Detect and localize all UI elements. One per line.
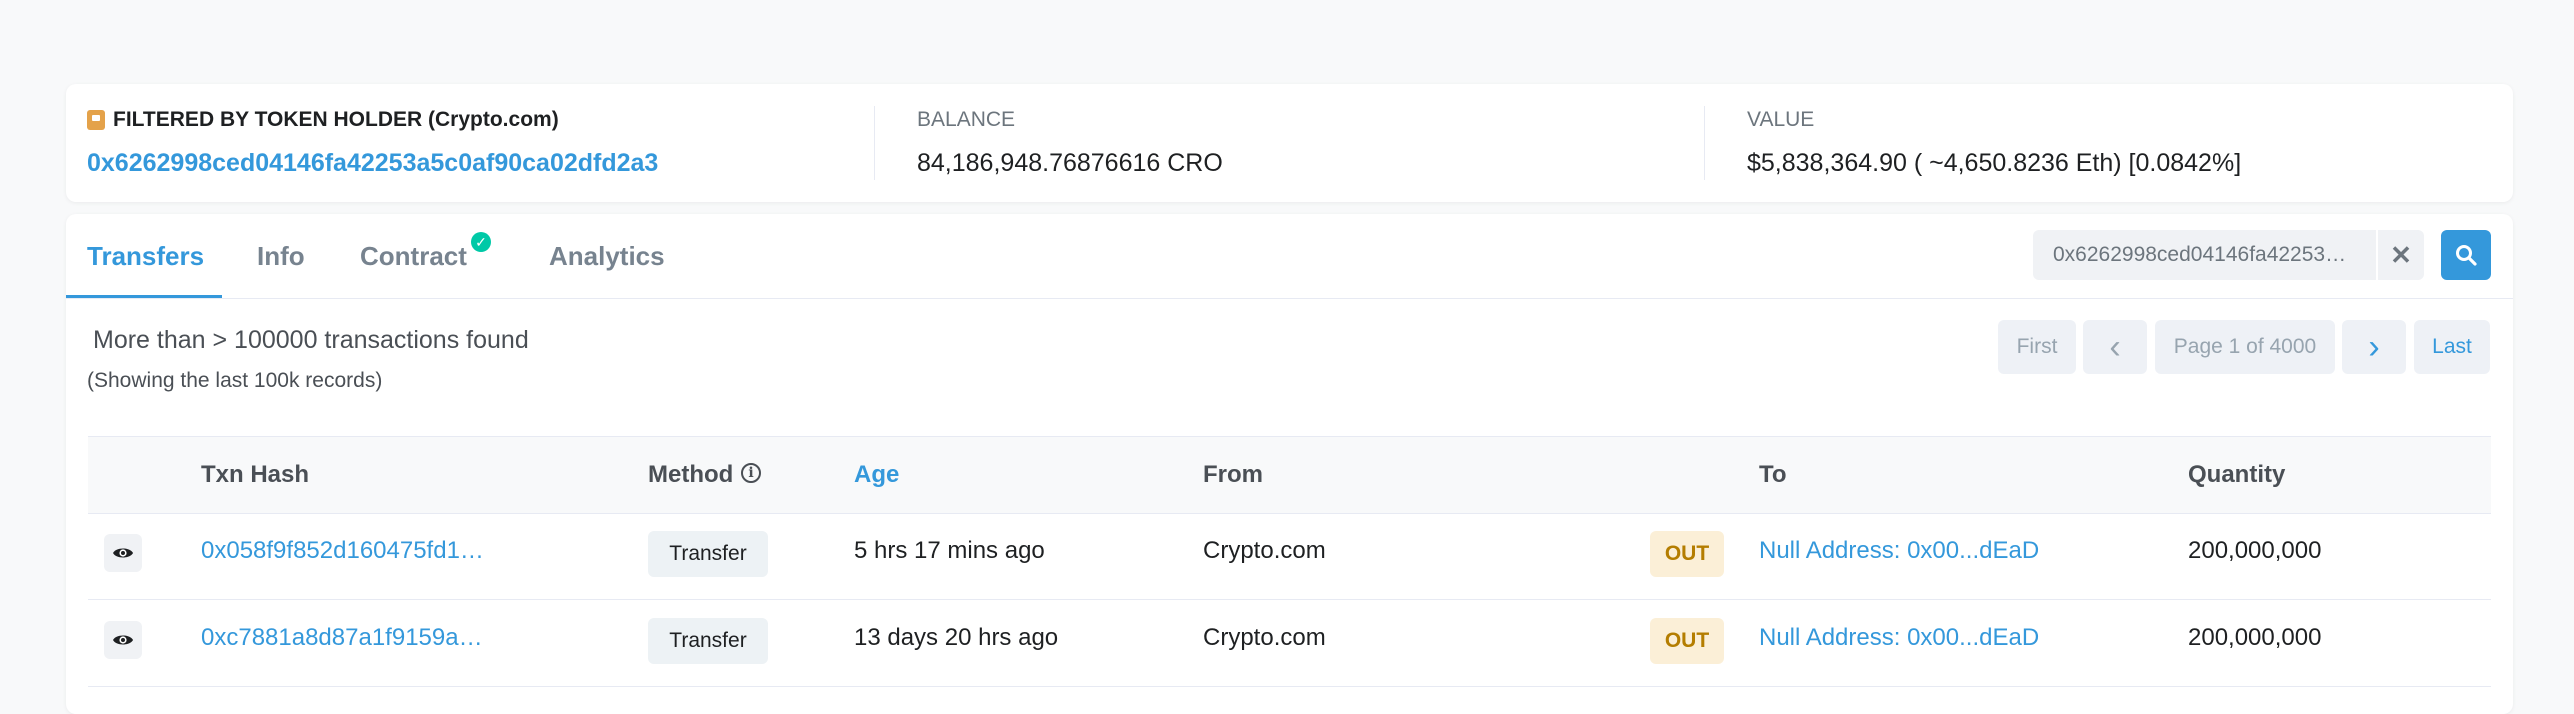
filter-title-text: FILTERED BY TOKEN HOLDER (Crypto.com) xyxy=(113,108,559,131)
pager-first-button[interactable]: First xyxy=(1998,320,2076,374)
address-filter-input[interactable] xyxy=(2033,230,2376,280)
active-tab-indicator xyxy=(66,295,222,298)
eye-icon xyxy=(113,635,133,645)
pager-next-button[interactable]: › xyxy=(2342,320,2406,374)
age-value: 5 hrs 17 mins ago xyxy=(854,537,1045,564)
value-label: VALUE xyxy=(1747,108,1815,131)
search-icon xyxy=(2456,245,2477,266)
value-section: VALUE $5,838,364.90 ( ~4,650.8236 Eth) [… xyxy=(1705,84,2513,202)
table-row: 0xc7881a8d87a1f9159a… Transfer 13 days 2… xyxy=(88,600,2491,687)
balance-label: BALANCE xyxy=(917,108,1016,131)
direction-badge: OUT xyxy=(1650,618,1724,664)
filter-title: FILTERED BY TOKEN HOLDER (Crypto.com) xyxy=(87,108,559,132)
age-value: 13 days 20 hrs ago xyxy=(854,624,1059,651)
holder-address-link[interactable]: 0x6262998ced04146fa42253a5c0af90ca02dfd2… xyxy=(87,149,658,178)
clear-icon: ✕ xyxy=(2390,240,2412,270)
value-amount: $5,838,364.90 ( ~4,650.8236 Eth) [0.0842… xyxy=(1747,149,2242,177)
tab-contract[interactable]: Contract xyxy=(360,214,467,298)
from-value: Crypto.com xyxy=(1203,537,1326,564)
col-age[interactable]: Age xyxy=(854,437,899,513)
method-badge: Transfer xyxy=(648,618,768,664)
clear-filter-button[interactable]: ✕ xyxy=(2378,230,2424,280)
chevron-right-icon: › xyxy=(2368,328,2380,366)
col-from: From xyxy=(1203,461,1263,488)
col-quantity: Quantity xyxy=(2188,461,2286,488)
col-txn-hash: Txn Hash xyxy=(201,461,310,488)
to-address-link[interactable]: Null Address: 0x00...dEaD xyxy=(1759,624,2039,652)
page-indicator: Page 1 of 4000 xyxy=(2155,320,2335,374)
transfers-card: Transfers Info Contract ✓ Analytics ✕ Mo… xyxy=(66,214,2513,714)
search-button[interactable] xyxy=(2441,230,2491,280)
filter-section: FILTERED BY TOKEN HOLDER (Crypto.com) 0x… xyxy=(66,84,876,202)
tab-analytics[interactable]: Analytics xyxy=(549,214,665,298)
table-header: Txn Hash Method i Age From To Quantity xyxy=(88,436,2491,514)
quantity-value: 200,000,000 xyxy=(2188,624,2322,651)
table-row: 0x058f9f852d160475fd1… Transfer 5 hrs 17… xyxy=(88,513,2491,600)
token-holder-summary-card: FILTERED BY TOKEN HOLDER (Crypto.com) 0x… xyxy=(66,84,2513,202)
to-address-link[interactable]: Null Address: 0x00...dEaD xyxy=(1759,537,2039,565)
balance-section: BALANCE 84,186,948.76876616 CRO xyxy=(875,84,1705,202)
pager-prev-button[interactable]: ‹ xyxy=(2083,320,2147,374)
chevron-left-icon: ‹ xyxy=(2109,328,2121,366)
info-icon[interactable]: i xyxy=(741,463,761,483)
quantity-value: 200,000,000 xyxy=(2188,537,2322,564)
eye-icon xyxy=(113,548,133,558)
view-details-button[interactable] xyxy=(104,534,142,572)
holder-icon xyxy=(87,110,105,130)
tab-transfers[interactable]: Transfers xyxy=(87,214,204,298)
pager-last-button[interactable]: Last xyxy=(2414,320,2490,374)
txn-hash-link[interactable]: 0x058f9f852d160475fd1… xyxy=(201,537,501,565)
tab-bar: Transfers Info Contract ✓ Analytics ✕ xyxy=(66,214,2513,299)
method-badge: Transfer xyxy=(648,531,768,577)
verified-check-icon: ✓ xyxy=(471,232,491,252)
direction-badge: OUT xyxy=(1650,531,1724,577)
col-to: To xyxy=(1759,461,1787,488)
transactions-found-text: More than > 100000 transactions found xyxy=(93,326,529,354)
showing-records-text: (Showing the last 100k records) xyxy=(87,369,383,392)
tab-info[interactable]: Info xyxy=(257,214,305,298)
view-details-button[interactable] xyxy=(104,621,142,659)
txn-hash-link[interactable]: 0xc7881a8d87a1f9159a… xyxy=(201,624,501,652)
balance-value: 84,186,948.76876616 CRO xyxy=(917,149,1223,177)
from-value: Crypto.com xyxy=(1203,624,1326,651)
col-method: Method xyxy=(648,461,734,488)
